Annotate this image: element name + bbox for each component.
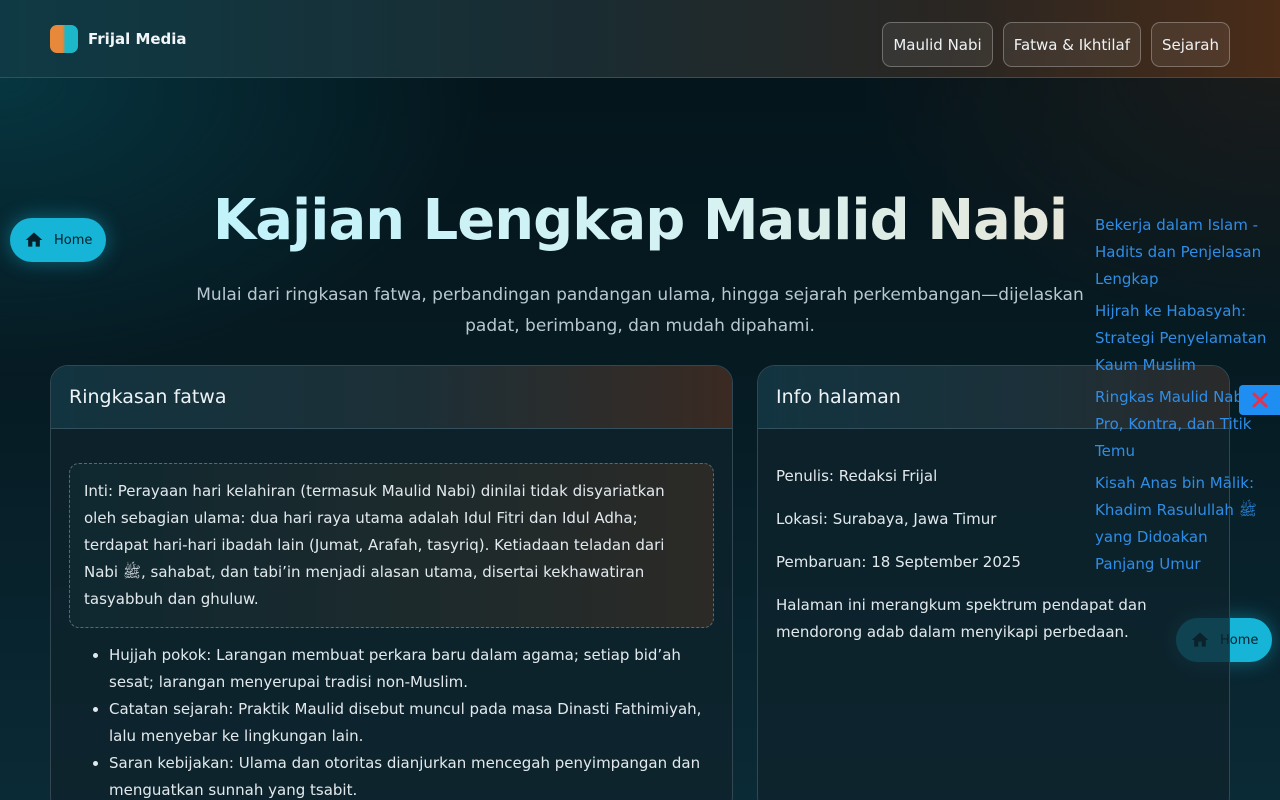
close-button[interactable] xyxy=(1239,385,1280,415)
home-button-label: Home xyxy=(54,232,93,248)
nav-sejarah[interactable]: Sejarah xyxy=(1151,22,1230,67)
fatwa-card-title: Ringkasan fatwa xyxy=(51,366,732,429)
page-title: Kajian Lengkap Maulid Nabi xyxy=(0,188,1280,253)
nav-maulid-nabi[interactable]: Maulid Nabi xyxy=(882,22,993,67)
fatwa-points: Hujjah pokok: Larangan membuat perkara b… xyxy=(109,642,714,800)
brand[interactable]: Frijal Media xyxy=(50,25,187,53)
fatwa-summary-card: Ringkasan fatwa Inti: Perayaan hari kela… xyxy=(50,365,733,800)
related-link-hijrah[interactable]: Hijrah ke Habasyah: Strategi Penyelamata… xyxy=(1095,298,1270,379)
brand-name: Frijal Media xyxy=(88,30,187,48)
home-icon xyxy=(25,232,43,247)
related-link-anas-bin-malik[interactable]: Kisah Anas bin Mālik: Khadim Rasulullah … xyxy=(1095,470,1270,578)
home-button-left[interactable]: Home xyxy=(10,218,107,262)
fatwa-intro: Inti: Perayaan hari kelahiran (termasuk … xyxy=(69,463,714,628)
list-item: Hujjah pokok: Larangan membuat perkara b… xyxy=(109,642,714,696)
related-link-bekerja[interactable]: Bekerja dalam Islam - Hadits dan Penjela… xyxy=(1095,212,1270,293)
brand-logo xyxy=(50,25,78,53)
list-item: Catatan sejarah: Praktik Maulid disebut … xyxy=(109,696,714,750)
info-description: Halaman ini merangkum spektrum pendapat … xyxy=(776,596,1147,641)
main-nav: Maulid Nabi Fatwa & Ikhtilaf Sejarah xyxy=(882,22,1230,67)
top-bar: Frijal Media Maulid Nabi Fatwa & Ikhtila… xyxy=(0,0,1280,78)
nav-fatwa-ikhtilaf[interactable]: Fatwa & Ikhtilaf xyxy=(1002,22,1142,67)
page-subtitle: Mulai dari ringkasan fatwa, perbandingan… xyxy=(196,285,1084,336)
list-item: Saran kebijakan: Ulama dan otoritas dian… xyxy=(109,750,714,800)
close-icon xyxy=(1252,392,1267,408)
